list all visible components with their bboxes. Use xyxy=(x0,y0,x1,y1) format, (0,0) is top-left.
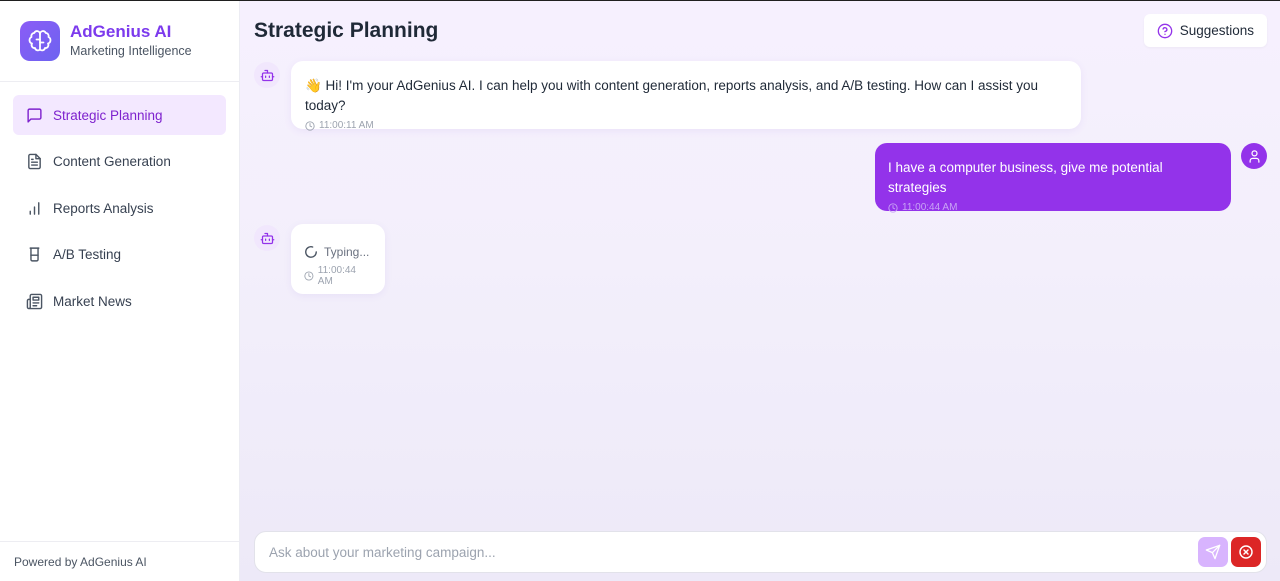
message-time: 11:00:44 AM xyxy=(902,202,958,213)
suggestions-label: Suggestions xyxy=(1179,23,1254,38)
chat-input[interactable] xyxy=(255,532,1185,572)
sidebar-item-content-generation[interactable]: Content Generation xyxy=(13,142,226,182)
send-button[interactable] xyxy=(1198,537,1228,567)
x-circle-icon xyxy=(1239,545,1253,559)
bot-typing-message: Typing... 11:00:44 AM xyxy=(291,224,385,294)
sidebar-item-label: Strategic Planning xyxy=(53,107,163,123)
brand-name: AdGenius AI xyxy=(70,22,172,41)
sidebar-item-reports-analysis[interactable]: Reports Analysis xyxy=(13,188,226,228)
sidebar-nav: Strategic Planning Content Generation Re… xyxy=(0,82,239,321)
bot-avatar xyxy=(254,225,280,251)
typing-text: Typing... xyxy=(324,245,370,259)
message-timestamp: 11:00:44 AM xyxy=(304,265,372,287)
message-time: 11:00:44 AM xyxy=(317,265,356,287)
sidebar-footer: Powered by AdGenius AI xyxy=(0,541,239,581)
sidebar-item-label: A/B Testing xyxy=(53,247,122,263)
bot-avatar xyxy=(254,62,280,88)
clock-icon xyxy=(888,202,898,213)
bot-icon xyxy=(260,69,274,81)
help-circle-icon xyxy=(1157,23,1173,38)
window-top-border xyxy=(0,0,1280,1)
beaker-icon xyxy=(29,247,40,262)
stop-button[interactable] xyxy=(1231,537,1261,567)
clock-icon xyxy=(304,271,314,281)
suggestions-button[interactable]: Suggestions xyxy=(1143,14,1267,47)
brand-header: AdGenius AI Marketing Intelligence xyxy=(0,1,239,82)
file-text-icon xyxy=(28,153,41,170)
message-timestamp: 11:00:11 AM xyxy=(305,120,1067,131)
loader-icon xyxy=(305,246,317,258)
sidebar-item-label: Market News xyxy=(53,293,132,309)
user-avatar xyxy=(1241,143,1267,169)
chat-input-bar xyxy=(254,531,1267,573)
user-message: I have a computer business, give me pote… xyxy=(875,143,1231,213)
sidebar-item-label: Content Generation xyxy=(53,154,171,170)
sidebar: AdGenius AI Marketing Intelligence Strat… xyxy=(0,1,240,581)
bar-chart-icon xyxy=(29,201,40,215)
clock-icon xyxy=(305,120,315,131)
bot-icon xyxy=(260,232,274,244)
bot-message: 👋 Hi! I'm your AdGenius AI. I can help y… xyxy=(291,61,1081,131)
message-text: 👋 Hi! I'm your AdGenius AI. I can help y… xyxy=(305,78,1039,113)
message-timestamp: 11:00:44 AM xyxy=(888,202,1218,213)
user-icon xyxy=(1249,149,1259,163)
sidebar-item-market-news[interactable]: Market News xyxy=(13,281,226,321)
brain-icon xyxy=(20,21,60,61)
sidebar-item-strategic-planning[interactable]: Strategic Planning xyxy=(13,95,226,135)
message-text: I have a computer business, give me pote… xyxy=(888,160,1163,195)
chat-main: Strategic Planning Suggestions 👋 Hi! I'm… xyxy=(240,1,1280,581)
message-square-icon xyxy=(27,107,42,123)
message-time: 11:00:11 AM xyxy=(319,120,374,131)
sidebar-item-ab-testing[interactable]: A/B Testing xyxy=(13,235,226,275)
brand-tagline: Marketing Intelligence xyxy=(70,44,192,58)
page-title: Strategic Planning xyxy=(254,19,439,42)
send-icon xyxy=(1205,544,1221,560)
sidebar-item-label: Reports Analysis xyxy=(53,200,154,216)
newspaper-icon xyxy=(26,293,43,310)
typing-indicator: Typing... xyxy=(304,245,372,259)
